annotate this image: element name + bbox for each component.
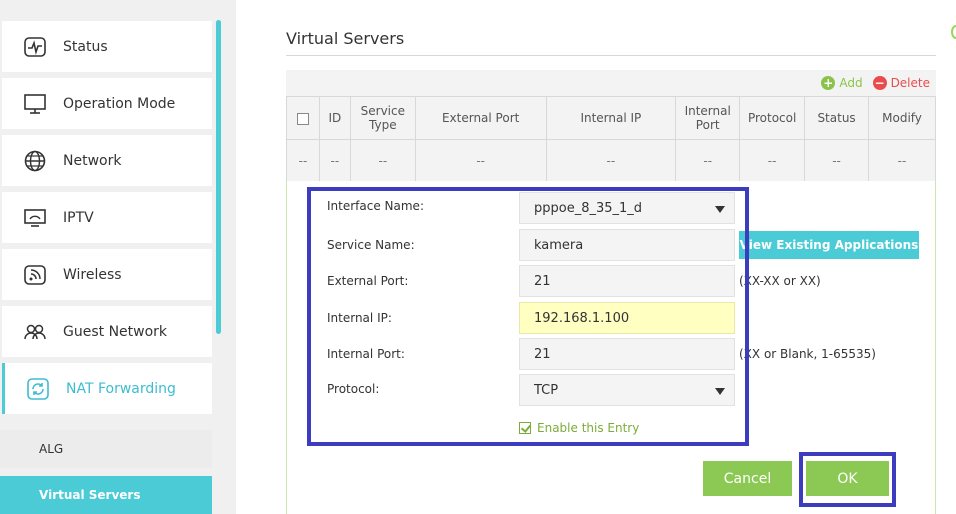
table-cell: -- xyxy=(414,139,547,182)
highlight-box-ok xyxy=(799,452,896,507)
help-icon[interactable] xyxy=(951,25,956,39)
external-port-hint: (XX-XX or XX) xyxy=(739,274,821,288)
sidebar-item-label: Network xyxy=(63,152,122,169)
column-header: Modify xyxy=(868,96,936,140)
column-header: Protocol xyxy=(739,96,806,140)
table-row: -- -- -- -- -- -- -- -- -- xyxy=(286,139,936,182)
column-header: Internal Port xyxy=(675,96,741,140)
sidebar-item-label: Status xyxy=(63,38,108,55)
sidebar-item-iptv[interactable]: IPTV xyxy=(2,192,212,243)
plus-icon: + xyxy=(821,76,836,90)
add-button[interactable]: + Add xyxy=(821,76,863,90)
sidebar-scrollbar[interactable] xyxy=(216,20,221,334)
select-all-cell xyxy=(286,96,320,140)
sidebar-item-label: Guest Network xyxy=(63,323,168,340)
globe-icon xyxy=(22,148,48,174)
guest-icon xyxy=(22,319,48,345)
sidebar-item-label: IPTV xyxy=(63,209,94,226)
sidebar-item-operation-mode[interactable]: Operation Mode xyxy=(2,78,212,129)
virtual-servers-table-panel: + Add − Delete ID Service Type External … xyxy=(286,70,936,182)
sidebar-item-wireless[interactable]: Wireless xyxy=(2,249,212,300)
column-header: Status xyxy=(804,96,870,140)
add-label: Add xyxy=(839,76,863,90)
delete-button[interactable]: − Delete xyxy=(872,76,930,90)
sidebar-subitem-virtual-servers[interactable]: Virtual Servers xyxy=(0,476,212,514)
tv-icon xyxy=(22,205,48,231)
sidebar-item-label: NAT Forwarding xyxy=(66,380,176,397)
virtual-servers-table: ID Service Type External Port Internal I… xyxy=(286,96,936,182)
sidebar-item-status[interactable]: Status xyxy=(2,21,212,72)
refresh-icon xyxy=(25,376,51,402)
table-header-row: ID Service Type External Port Internal I… xyxy=(286,96,936,140)
pulse-icon xyxy=(22,34,48,60)
internal-port-hint: (XX or Blank, 1-65535) xyxy=(739,347,876,361)
table-cell: -- xyxy=(675,139,741,182)
table-cell: -- xyxy=(804,139,870,182)
sidebar-subitem-alg[interactable]: ALG xyxy=(0,430,212,468)
table-cell: -- xyxy=(545,139,677,182)
table-cell: -- xyxy=(286,139,320,182)
wireless-icon xyxy=(22,262,48,288)
table-cell: -- xyxy=(349,139,416,182)
title-divider xyxy=(286,55,936,56)
column-header: External Port xyxy=(414,96,547,140)
sidebar: Status Operation Mode Network IPTV Wirel… xyxy=(0,0,236,514)
table-toolbar: + Add − Delete xyxy=(821,70,930,96)
table-cell: -- xyxy=(318,139,351,182)
cancel-button[interactable]: Cancel xyxy=(703,461,792,496)
select-all-checkbox[interactable] xyxy=(296,112,309,125)
sidebar-item-label: Operation Mode xyxy=(63,95,176,112)
column-header: ID xyxy=(318,96,351,140)
page-title: Virtual Servers xyxy=(286,29,405,48)
delete-label: Delete xyxy=(890,76,930,90)
sidebar-item-label: Wireless xyxy=(63,266,122,283)
table-cell: -- xyxy=(739,139,806,182)
sidebar-item-network[interactable]: Network xyxy=(2,135,212,186)
highlight-box-form xyxy=(307,187,749,446)
sidebar-item-guest-network[interactable]: Guest Network xyxy=(2,306,212,357)
sidebar-item-nat-forwarding[interactable]: NAT Forwarding xyxy=(2,363,212,414)
table-cell: -- xyxy=(868,139,936,182)
column-header: Service Type xyxy=(349,96,416,140)
column-header: Internal IP xyxy=(545,96,677,140)
minus-icon: − xyxy=(872,76,887,90)
view-existing-applications-button[interactable]: View Existing Applications xyxy=(739,231,919,259)
monitor-icon xyxy=(22,91,48,117)
